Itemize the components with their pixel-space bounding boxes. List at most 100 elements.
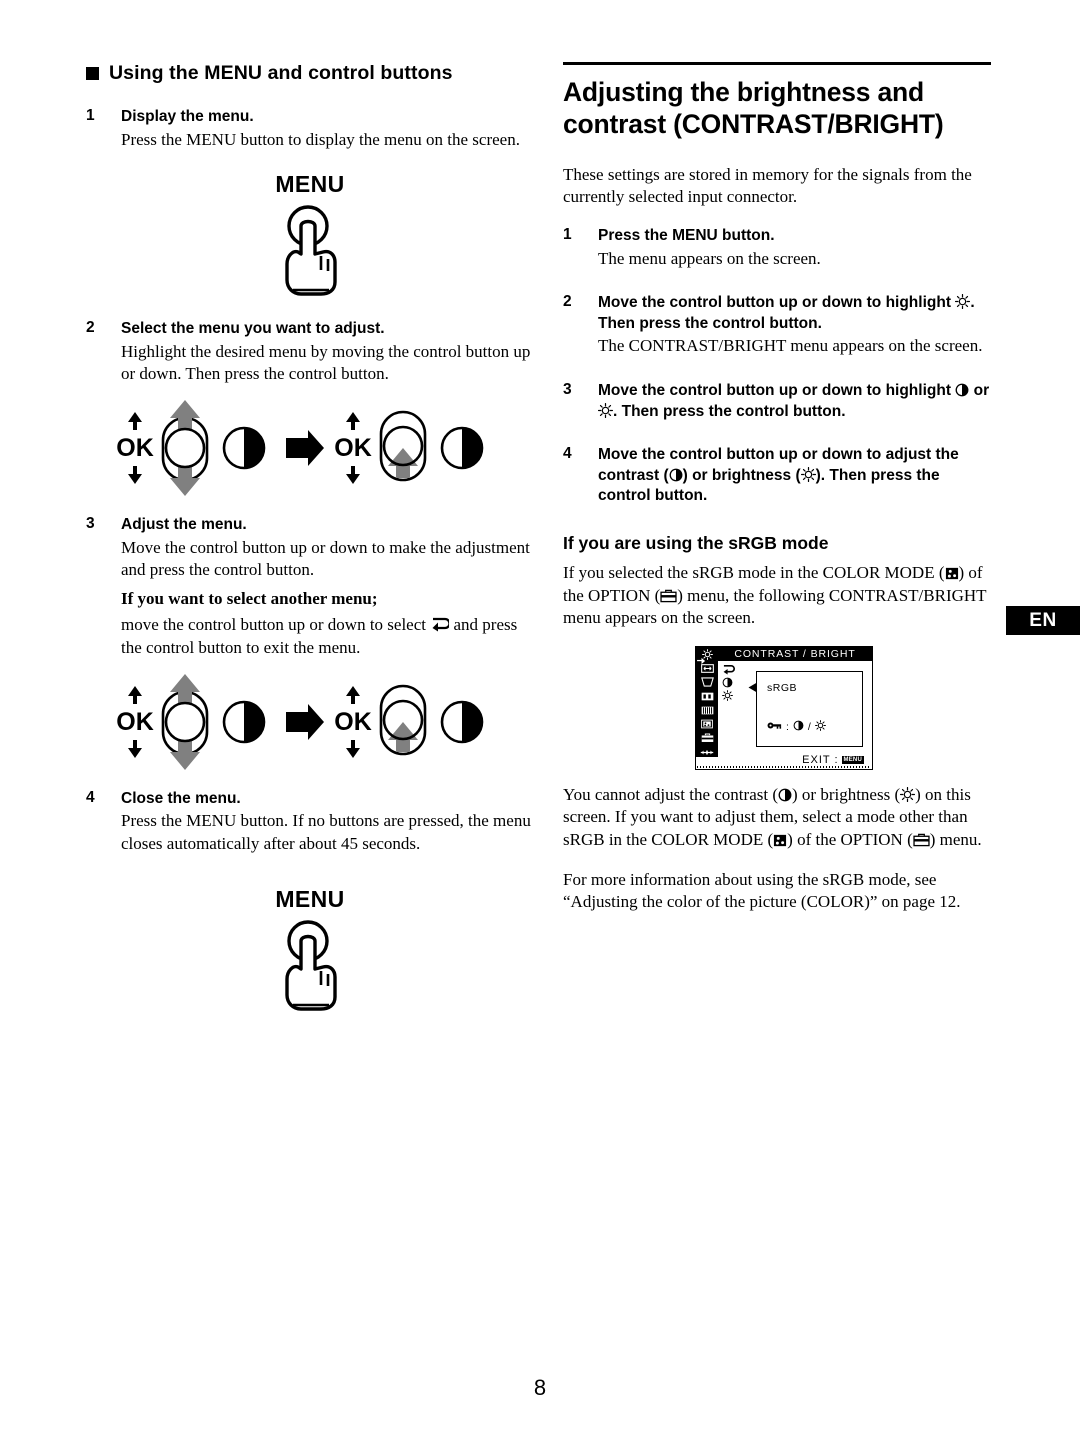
osd-menu-badge: MENU: [841, 755, 864, 764]
osd-mode-label: sRGB: [767, 681, 798, 694]
contrast-icon: [222, 700, 266, 744]
svg-text:OK: OK: [116, 434, 154, 462]
right-column: Adjusting the brightness and contrast (C…: [563, 62, 991, 914]
contrast-icon: [793, 720, 804, 734]
step-title: Adjust the menu.: [121, 516, 247, 534]
step-number: 2: [86, 319, 95, 337]
srgb-p2-b: ) or brightness (: [792, 784, 901, 804]
srgb-paragraph-2: You cannot adjust the contrast ( ) or br…: [563, 784, 991, 852]
menu-press-illustration-top: MENU: [86, 171, 534, 296]
arrow-right-icon: [286, 430, 324, 467]
control-rocker-press: [379, 684, 427, 756]
osd-lock-separator: /: [807, 720, 811, 733]
step-title-part-b: ) or brightness (: [682, 466, 801, 484]
step-number: 4: [563, 445, 572, 463]
step-title-part-a: Move the control button up or down to hi…: [598, 294, 951, 312]
brightness-icon: [900, 786, 916, 802]
control-rocker-updown: [161, 400, 209, 497]
osd-bottom-dotted-line: [697, 765, 871, 768]
osd-lock-row: : /: [767, 719, 826, 734]
brightness-icon: [598, 402, 613, 418]
right-step-3: 3 Move the control button up or down to …: [563, 381, 991, 422]
osd-sidebar-reset-icon: [696, 746, 718, 759]
color-mode-icon: [945, 567, 959, 580]
srgb-p1-a: If you selected the sRGB mode in the COL…: [563, 563, 945, 582]
step-title: Display the menu.: [121, 108, 254, 125]
step-number: 1: [563, 225, 572, 243]
right-step-1: 1 Press the MENU button. The menu appear…: [563, 226, 991, 270]
step-body-2: move the control button up or down to se…: [121, 614, 534, 659]
step-number: 2: [563, 293, 572, 311]
step-body: Move the control button up or down to ma…: [121, 537, 530, 580]
osd-title-bar: CONTRAST / BRIGHT: [718, 646, 872, 661]
contrast-icon: [778, 788, 792, 802]
option-toolbox-icon: [913, 833, 930, 847]
step-title-part-b: or: [973, 381, 990, 399]
section-heading: Using the MENU and control buttons: [86, 62, 534, 85]
srgb-p2-e: ) menu.: [929, 830, 982, 850]
ok-arrows-left: OK: [116, 685, 154, 758]
osd-exit-row: EXIT : MENU: [802, 754, 864, 766]
arrow-right-icon: [286, 703, 324, 740]
contrast-icon: [955, 383, 969, 397]
contrast-icon: [440, 426, 484, 470]
left-step-3: 3 Adjust the menu. Move the control butt…: [86, 515, 534, 660]
svg-text:OK: OK: [334, 708, 372, 736]
osd-sidebar-color-mode-icon: [696, 718, 718, 731]
menu-label: MENU: [275, 885, 345, 912]
step-title: Close the menu.: [121, 789, 241, 807]
page-title: Adjusting the brightness and contrast (C…: [563, 76, 944, 140]
osd-sidebar-moire-icon: [696, 704, 718, 717]
step-body: The menu appears on the screen.: [598, 248, 821, 268]
left-step-4: 4 Close the menu. Press the MENU button.…: [86, 789, 534, 856]
page-number: 8: [533, 1375, 547, 1400]
srgb-p2-d: ) of the OPTION (: [787, 830, 913, 850]
menu-label: MENU: [275, 171, 345, 198]
right-step-2: 2 Move the control button up or down to …: [563, 293, 991, 358]
osd-sidebar-geometry-icon: [696, 676, 718, 689]
brightness-icon: [814, 719, 826, 734]
bullet-square-icon: [86, 67, 99, 80]
brightness-icon: [955, 294, 971, 310]
control-rocker-press: [379, 410, 427, 482]
step-title: Press the MENU button.: [598, 226, 775, 244]
osd-sidebar-color-icon: [696, 690, 718, 703]
srgb-paragraph-3: For more information about using the sRG…: [563, 869, 961, 912]
contrast-icon: [440, 700, 484, 744]
step-number: 3: [563, 380, 572, 398]
right-step-4: 4 Move the control button up or down to …: [563, 445, 991, 507]
osd-screenshot: CONTRAST / BRIGHT sRGB: / EXIT: MENU: [695, 645, 873, 770]
control-button-illustration-2: OK OK: [86, 673, 534, 770]
svg-text:OK: OK: [116, 708, 154, 736]
step-body: Highlight the desired menu by moving the…: [121, 341, 531, 384]
osd-lock-colon: :: [786, 720, 789, 733]
language-tab: EN: [1006, 606, 1080, 635]
svg-text:OK: OK: [334, 434, 372, 462]
return-arrow-icon: [430, 617, 450, 632]
step-body: Press the MENU button. If no buttons are…: [121, 811, 531, 853]
contrast-icon: [669, 468, 683, 482]
step-title-part-c: . Then press the control button.: [613, 402, 846, 420]
step-title: Move the control button up or down to ad…: [598, 445, 991, 507]
step-body: Press the MENU button to display the men…: [121, 129, 520, 149]
step-title: Move the control button up or down to hi…: [598, 293, 991, 334]
step-title: Select the menu you want to adjust.: [121, 320, 385, 338]
osd-content-panel: sRGB : /: [756, 670, 863, 747]
ok-arrows-left: OK: [116, 412, 154, 485]
srgb-heading: If you are using the sRGB mode: [563, 533, 829, 553]
title-rule: [563, 62, 991, 65]
step-title: Move the control button up or down to hi…: [598, 381, 991, 422]
left-step-1: 1 Display the menu. Press the MENU butto…: [86, 107, 534, 151]
option-toolbox-icon: [660, 589, 677, 603]
osd-item-return-icon: [722, 663, 752, 676]
contrast-icon: [222, 426, 266, 470]
srgb-paragraph-1: If you selected the sRGB mode in the COL…: [563, 562, 991, 630]
ok-arrows-right: OK: [334, 685, 372, 758]
intro-paragraph: These settings are stored in memory for …: [563, 164, 972, 207]
step-number: 4: [86, 788, 95, 806]
left-step-2: 2 Select the menu you want to adjust. Hi…: [86, 319, 534, 386]
osd-sidebar-option-icon: [696, 732, 718, 745]
osd-exit-label: EXIT :: [802, 753, 839, 766]
srgb-p2-a: You cannot adjust the contrast (: [563, 784, 778, 804]
key-lock-icon: [767, 721, 782, 733]
